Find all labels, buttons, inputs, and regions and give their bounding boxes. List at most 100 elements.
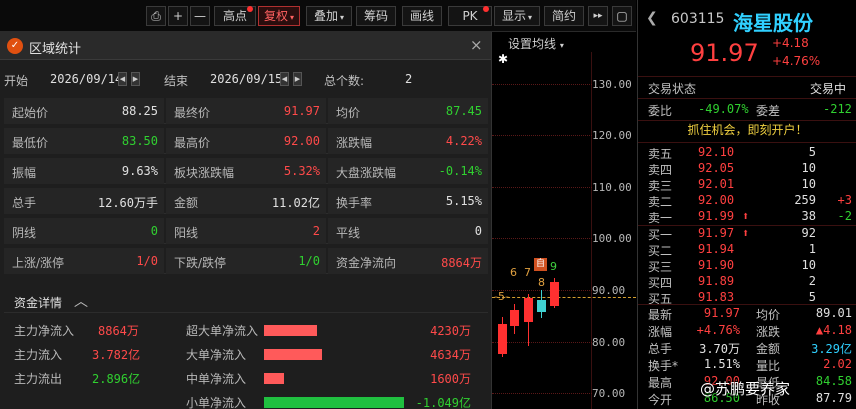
- chevron-up-icon[interactable]: ︿: [74, 291, 88, 311]
- fund-right-value: 4634万: [430, 348, 471, 362]
- y-tick-label: 100.00: [592, 232, 632, 245]
- candle-bar: [510, 310, 519, 326]
- pk-button[interactable]: PK: [448, 6, 492, 26]
- lock-icon[interactable]: ⎙: [146, 6, 166, 26]
- quote-stat-label: 涨跌: [756, 325, 781, 339]
- stats-row: 起始价 88.25 最终价 91.97 均价 87.45: [4, 98, 488, 124]
- bid-volume: 2: [808, 274, 816, 288]
- bid-price[interactable]: 91.90: [698, 258, 734, 272]
- order-ratio-value: -49.07%: [698, 102, 749, 116]
- stat-label: 下跌/跌停: [174, 256, 227, 270]
- fund-flow-bar: [264, 397, 404, 408]
- ask-level-label: 卖三: [648, 179, 673, 193]
- quote-stat-label: 最新: [648, 308, 673, 322]
- stat-value: 8864万: [441, 256, 482, 270]
- date-range-bar: 开始 2026/09/14 ◀ ▶ 结束 2026/09/15 ◀ ▶ 总个数:…: [0, 60, 491, 96]
- high-point-button[interactable]: 高点: [214, 6, 256, 26]
- stat-label: 最高价: [174, 136, 211, 150]
- price-marker: -5-: [494, 290, 509, 303]
- ask-level-label: 卖五: [648, 147, 673, 161]
- volume-change: +3: [837, 193, 852, 207]
- stock-code: 603115: [671, 11, 725, 27]
- ask-price[interactable]: 91.99: [698, 209, 734, 223]
- arrow-up-icon: ⬆: [742, 226, 750, 240]
- candle-count-label: 9: [550, 260, 557, 273]
- region-stats-panel: ✓ 区域统计 × 开始 2026/09/14 ◀ ▶ 结束 2026/09/15…: [0, 32, 492, 409]
- stat-value: 2: [312, 224, 320, 238]
- window-icon[interactable]: ▢: [612, 6, 632, 26]
- stat-cell: 下跌/跌停 1/0: [166, 248, 326, 274]
- stat-cell: 大盘涨跌幅 -0.14%: [328, 158, 488, 184]
- stat-value: 9.63%: [121, 164, 158, 178]
- end-date-value[interactable]: 2026/09/15: [210, 72, 282, 86]
- stat-label: 总手: [12, 196, 37, 210]
- candle-count-label: 6: [510, 266, 517, 279]
- fund-right-label: 大单净流入: [186, 348, 247, 362]
- volume-change: -2: [837, 209, 852, 223]
- fund-detail-header[interactable]: 资金详情 ︿: [4, 289, 488, 313]
- stats-row: 总手 12.60万手 金额 11.02亿 换手率 5.15%: [4, 188, 488, 214]
- bid-price[interactable]: 91.94: [698, 242, 734, 256]
- stat-label: 最终价: [174, 106, 211, 120]
- quote-stat-label: 最高: [648, 376, 673, 390]
- badge-dot: [483, 6, 489, 12]
- stat-value: 91.97: [283, 104, 320, 118]
- stat-value: 0: [474, 224, 482, 238]
- y-axis-line: [591, 52, 592, 409]
- high-point-label: 高点: [222, 9, 247, 23]
- draw-line-button[interactable]: 画线: [402, 6, 442, 26]
- kline-chart[interactable]: 设置均线 ▾ ✱ 130.00 120.00 110.00 100.00 90.…: [492, 32, 636, 409]
- open-account-link[interactable]: 抓住机会，即刻开户！: [638, 121, 856, 140]
- ask-volume: 10: [801, 161, 816, 175]
- badge-dot: [247, 6, 253, 12]
- y-tick-label: 70.00: [592, 387, 626, 400]
- quote-stat-value: 91.97: [703, 306, 740, 320]
- overlay-button[interactable]: 叠加 ▾: [306, 6, 352, 26]
- start-prev-button[interactable]: ◀: [118, 72, 127, 86]
- ma-settings-button[interactable]: 设置均线 ▾: [508, 35, 564, 52]
- ask-price[interactable]: 92.05: [698, 161, 734, 175]
- fund-flow-bar: [264, 349, 322, 360]
- bid-price[interactable]: 91.89: [698, 274, 734, 288]
- chevron-down-icon: ▾: [528, 13, 533, 22]
- fund-left-value: 2.896亿: [92, 372, 141, 386]
- fund-left-label: 主力流入: [14, 348, 63, 362]
- display-button[interactable]: 显示 ▾: [494, 6, 540, 26]
- ask-price[interactable]: 92.10: [698, 145, 734, 159]
- bid-level-label: 买一: [648, 228, 673, 242]
- zoom-in-button[interactable]: +: [168, 6, 188, 26]
- trade-status-label: 交易状态: [648, 82, 697, 96]
- self-select-marker[interactable]: 自: [534, 258, 547, 271]
- quote-stat-label: 换手*: [648, 359, 679, 373]
- fund-left-label: 主力净流入: [14, 324, 75, 338]
- chip-button[interactable]: 筹码: [356, 6, 396, 26]
- simple-mode-button[interactable]: 简约: [544, 6, 584, 26]
- total-count-value: 2: [405, 72, 413, 86]
- more-icon[interactable]: ▸▸: [588, 6, 608, 26]
- quote-stat-value: +4.76%: [696, 323, 740, 337]
- zoom-out-button[interactable]: —: [190, 6, 210, 26]
- chevron-down-icon: ▾: [340, 13, 345, 22]
- end-prev-button[interactable]: ◀: [280, 72, 289, 86]
- start-date-value[interactable]: 2026/09/14: [50, 72, 122, 86]
- fund-right-label: 超大单净流入: [186, 324, 259, 338]
- stat-cell: 平线 0: [328, 218, 488, 244]
- y-tick-label: 90.00: [592, 284, 626, 297]
- ask-price[interactable]: 92.01: [698, 177, 734, 191]
- start-next-button[interactable]: ▶: [131, 72, 140, 86]
- bid-price[interactable]: 91.83: [698, 290, 734, 304]
- end-next-button[interactable]: ▶: [293, 72, 302, 86]
- stat-label: 最低价: [12, 136, 49, 150]
- stats-row: 最低价 83.50 最高价 92.00 涨跌幅 4.22%: [4, 128, 488, 154]
- stat-value: 0: [150, 224, 158, 238]
- adjust-price-button[interactable]: 复权 ▾: [258, 6, 300, 26]
- close-icon[interactable]: ×: [470, 36, 483, 54]
- ask-price[interactable]: 92.00: [698, 193, 734, 207]
- bid-price[interactable]: 91.97: [698, 226, 734, 240]
- stat-value: 87.45: [445, 104, 482, 118]
- price-marker-label: 5: [497, 290, 505, 303]
- ask-volume: 5: [808, 145, 816, 159]
- chevron-left-icon[interactable]: ❮: [646, 10, 658, 26]
- chart-header: 设置均线 ▾: [492, 32, 636, 52]
- bid-level-label: 买四: [648, 276, 673, 290]
